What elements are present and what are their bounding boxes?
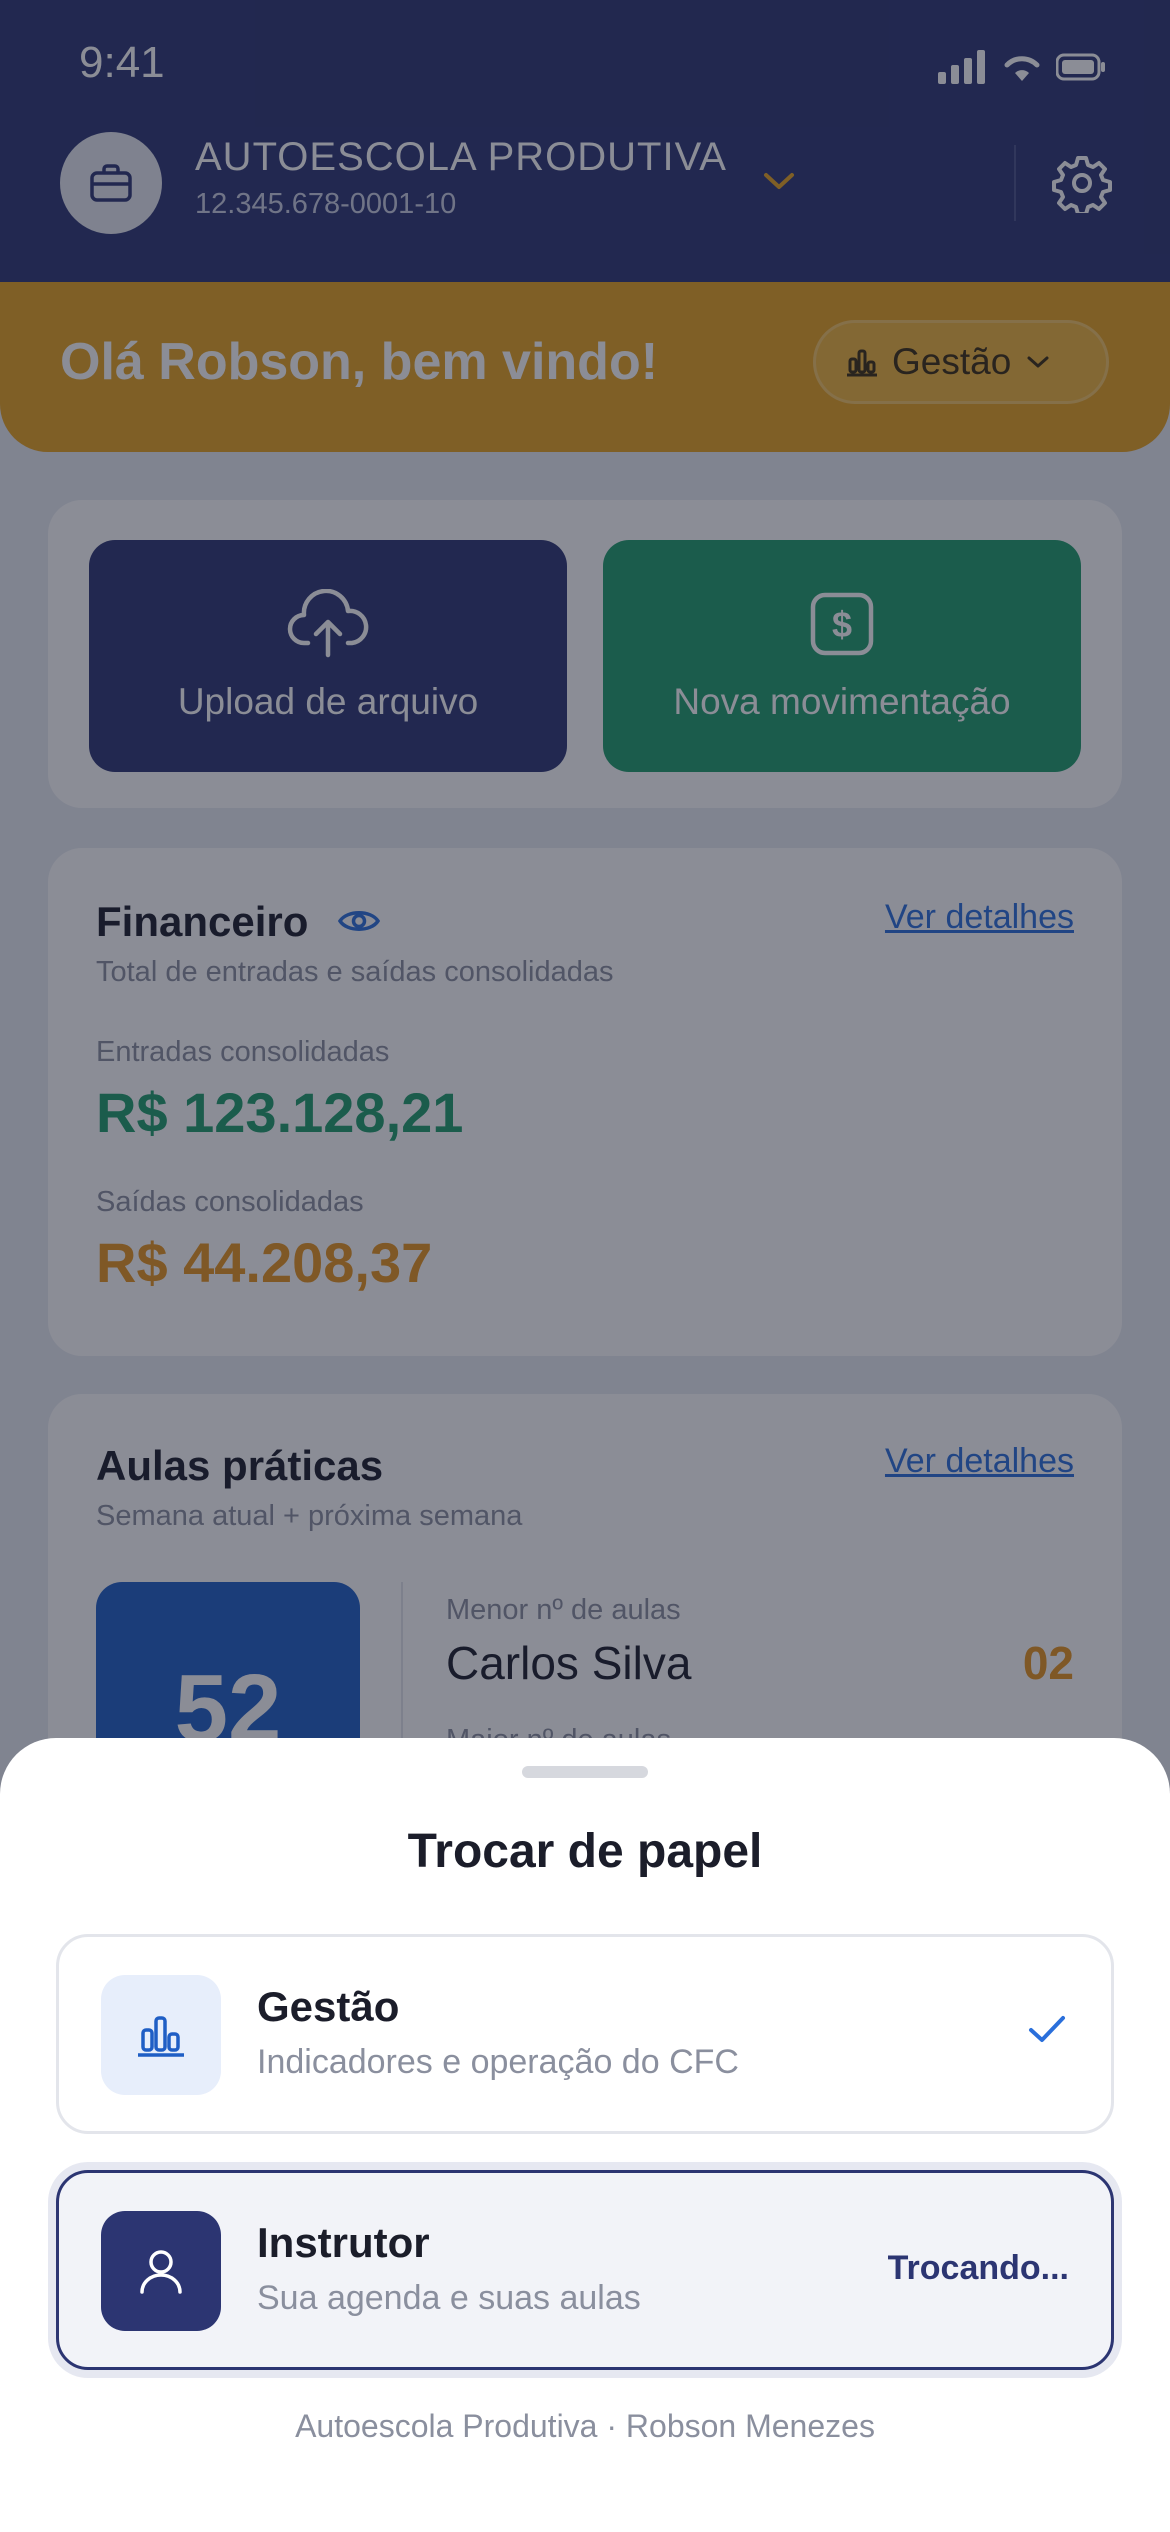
user-icon [140, 2250, 182, 2294]
role-option-gestao[interactable]: Gestão Indicadores e operação do CFC [56, 1934, 1114, 2134]
sheet-title: Trocar de papel [407, 1825, 763, 1878]
sheet-handle[interactable] [522, 1766, 648, 1778]
role-switch-sheet: Trocar de papel Gestão Indicadores e ope… [0, 1738, 1170, 2532]
role-option-instrutor-status: Trocando... [887, 2249, 1069, 2287]
sheet-footer: Autoescola Produtiva · Robson Menezes [295, 2408, 875, 2444]
role-option-instrutor-description: Sua agenda e suas aulas [257, 2279, 641, 2317]
role-option-instrutor-icon-box [101, 2211, 221, 2331]
role-option-instrutor-title: Instrutor [257, 2219, 430, 2266]
role-option-gestao-icon-box [101, 1975, 221, 2095]
role-option-gestao-title: Gestão [257, 1983, 400, 2030]
role-option-instrutor[interactable]: Instrutor Sua agenda e suas aulas Trocan… [56, 2170, 1114, 2370]
check-icon [1029, 2016, 1065, 2042]
app-screen: 9:41 AUTOES [0, 0, 1170, 2532]
role-option-gestao-description: Indicadores e operação do CFC [257, 2043, 739, 2081]
bar-chart-icon [138, 2016, 184, 2057]
